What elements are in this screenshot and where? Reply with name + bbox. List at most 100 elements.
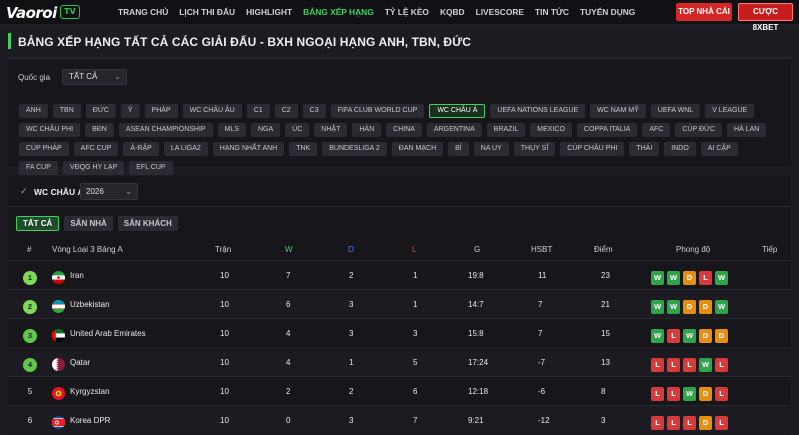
form-result[interactable]: L [651, 387, 664, 401]
nav-item[interactable]: LIVESCORE [476, 0, 530, 25]
table-row[interactable]: 3 United Arab Emirates 10 4 3 3 15:8 7 15 W L W D D [8, 318, 791, 347]
league-chip[interactable]: Ả-RẬP [123, 142, 159, 156]
league-chip[interactable]: C1 [246, 104, 270, 118]
form-result[interactable]: W [651, 300, 664, 314]
league-chip[interactable]: C3 [302, 104, 326, 118]
team-name[interactable]: Kyrgyzstan [70, 387, 110, 396]
form-result[interactable]: W [715, 271, 728, 285]
league-chip[interactable]: THÁI [629, 142, 660, 156]
nav-item[interactable]: KQBD [440, 0, 471, 25]
league-chip[interactable]: COPPA ITALIA [576, 123, 638, 137]
form-result[interactable]: D [683, 271, 696, 285]
league-chip[interactable]: BUNDESLIGA 2 [322, 142, 387, 156]
league-chip[interactable]: CÚP CHÂU PHI [560, 142, 625, 156]
form-result[interactable]: W [651, 271, 664, 285]
table-row[interactable]: 2 Uzbekistan 10 6 3 1 14:7 7 21 W W D D W [8, 289, 791, 318]
form-result[interactable]: D [683, 300, 696, 314]
league-chip[interactable]: HÀ LAN [727, 123, 767, 137]
table-row[interactable]: 1 Iran 10 7 2 1 19:8 11 23 W W D L W [8, 260, 791, 289]
league-chip[interactable]: TNK [289, 142, 318, 156]
form-result[interactable]: L [667, 358, 680, 372]
collapse-check-icon[interactable]: ✓ [20, 186, 28, 197]
league-chip[interactable]: BĐN [85, 123, 114, 137]
nav-item[interactable]: BẢNG XẾP HẠNG [303, 0, 380, 25]
league-chip[interactable]: Ý [120, 104, 140, 118]
nav-item[interactable]: TUYỂN DỤNG [580, 0, 641, 25]
form-result[interactable]: D [699, 329, 712, 343]
form-result[interactable]: W [699, 358, 712, 372]
league-chip[interactable]: AI CẬP [700, 142, 738, 156]
league-chip[interactable]: FIFA CLUB WORLD CUP [330, 104, 425, 118]
standings-tab[interactable]: TẤT CẢ [16, 216, 60, 231]
league-chip[interactable]: CHINA [386, 123, 422, 137]
league-chip[interactable]: FA CUP [19, 161, 58, 175]
form-result[interactable]: L [651, 358, 664, 372]
form-result[interactable]: L [715, 387, 728, 401]
league-chip[interactable]: AFC [642, 123, 671, 137]
form-result[interactable]: L [667, 329, 680, 343]
league-chip[interactable]: INDO [664, 142, 696, 156]
team-name[interactable]: Iran [70, 271, 84, 280]
league-chip[interactable]: CÚP PHÁP [19, 142, 69, 156]
standings-tab[interactable]: SÂN KHÁCH [117, 216, 178, 231]
nav-item[interactable]: HIGHLIGHT [246, 0, 298, 25]
league-chip[interactable]: WC NAM MỸ [590, 104, 646, 118]
site-logo[interactable]: Vaoroi TV [6, 2, 80, 24]
form-result[interactable]: W [715, 300, 728, 314]
league-chip[interactable]: AFC CUP [73, 142, 119, 156]
form-result[interactable]: W [683, 387, 696, 401]
form-result[interactable]: D [699, 300, 712, 314]
form-result[interactable]: L [683, 358, 696, 372]
form-result[interactable]: D [715, 329, 728, 343]
form-result[interactable]: D [699, 416, 712, 430]
league-chip[interactable]: C2 [274, 104, 298, 118]
league-chip[interactable]: UEFA WNL [650, 104, 701, 118]
league-chip[interactable]: NGA [251, 123, 281, 137]
league-chip[interactable]: MLS [217, 123, 246, 137]
form-result[interactable]: L [651, 416, 664, 430]
league-chip[interactable]: HÀN [352, 123, 382, 137]
country-select[interactable]: TẤT CẢ ⌄ [62, 69, 127, 85]
season-select[interactable]: 2026 ⌄ [80, 183, 138, 200]
form-result[interactable]: L [683, 416, 696, 430]
league-chip[interactable]: THỤY SĨ [513, 142, 556, 156]
league-chip[interactable]: ĐAN MẠCH [391, 142, 444, 156]
league-chip[interactable]: CÚP ĐỨC [675, 123, 723, 137]
team-name[interactable]: United Arab Emirates [70, 329, 146, 338]
form-result[interactable]: L [715, 416, 728, 430]
form-result[interactable]: W [683, 329, 696, 343]
league-chip[interactable]: ASEAN CHAMPIONSHIP [118, 123, 213, 137]
top-nha-cai-button[interactable]: TOP NHÀ CÁI [676, 3, 732, 21]
form-result[interactable]: W [651, 329, 664, 343]
cuoc-8xbet-button[interactable]: CƯỢC 8XBET [738, 3, 793, 32]
form-result[interactable]: W [667, 271, 680, 285]
table-row[interactable]: 4 Qatar 10 4 1 5 17:24 -7 13 L L L W L [8, 347, 791, 376]
league-chip[interactable]: MEXICO [530, 123, 572, 137]
league-chip[interactable]: LA LIGA2 [163, 142, 208, 156]
team-name[interactable]: Korea DPR [70, 416, 110, 425]
nav-item[interactable]: TỶ LỆ KÈO [385, 0, 435, 25]
league-chip[interactable]: WC CHÂU PHI [19, 123, 81, 137]
nav-item[interactable]: TIN TỨC [535, 0, 575, 25]
form-result[interactable]: L [699, 271, 712, 285]
nav-item[interactable]: LỊCH THI ĐẤU [179, 0, 241, 25]
nav-item[interactable]: TRANG CHỦ [118, 0, 174, 25]
table-row[interactable]: 5 Kyrgyzstan 10 2 2 6 12:18 -6 8 L L W D L [8, 376, 791, 405]
table-row[interactable]: 6 Korea DPR 10 0 3 7 9:21 -12 3 L L L D L [8, 405, 791, 434]
league-chip[interactable]: EFL CUP [129, 161, 173, 175]
league-chip[interactable]: UEFA NATIONS LEAGUE [490, 104, 586, 118]
league-chip[interactable]: PHÁP [144, 104, 178, 118]
league-chip[interactable]: ĐỨC [85, 104, 116, 118]
league-chip[interactable]: ÚC [285, 123, 310, 137]
league-chip[interactable]: NA UY [473, 142, 509, 156]
league-chip[interactable]: NHẬT [314, 123, 348, 137]
league-chip[interactable]: ARGENTINA [426, 123, 482, 137]
form-result[interactable]: W [667, 300, 680, 314]
team-name[interactable]: Qatar [70, 358, 90, 367]
league-chip[interactable]: V LEAGUE [705, 104, 755, 118]
form-result[interactable]: D [699, 387, 712, 401]
team-name[interactable]: Uzbekistan [70, 300, 110, 309]
form-result[interactable]: L [667, 416, 680, 430]
form-result[interactable]: L [715, 358, 728, 372]
league-chip[interactable]: VĐQG HY LẠP [62, 161, 125, 175]
